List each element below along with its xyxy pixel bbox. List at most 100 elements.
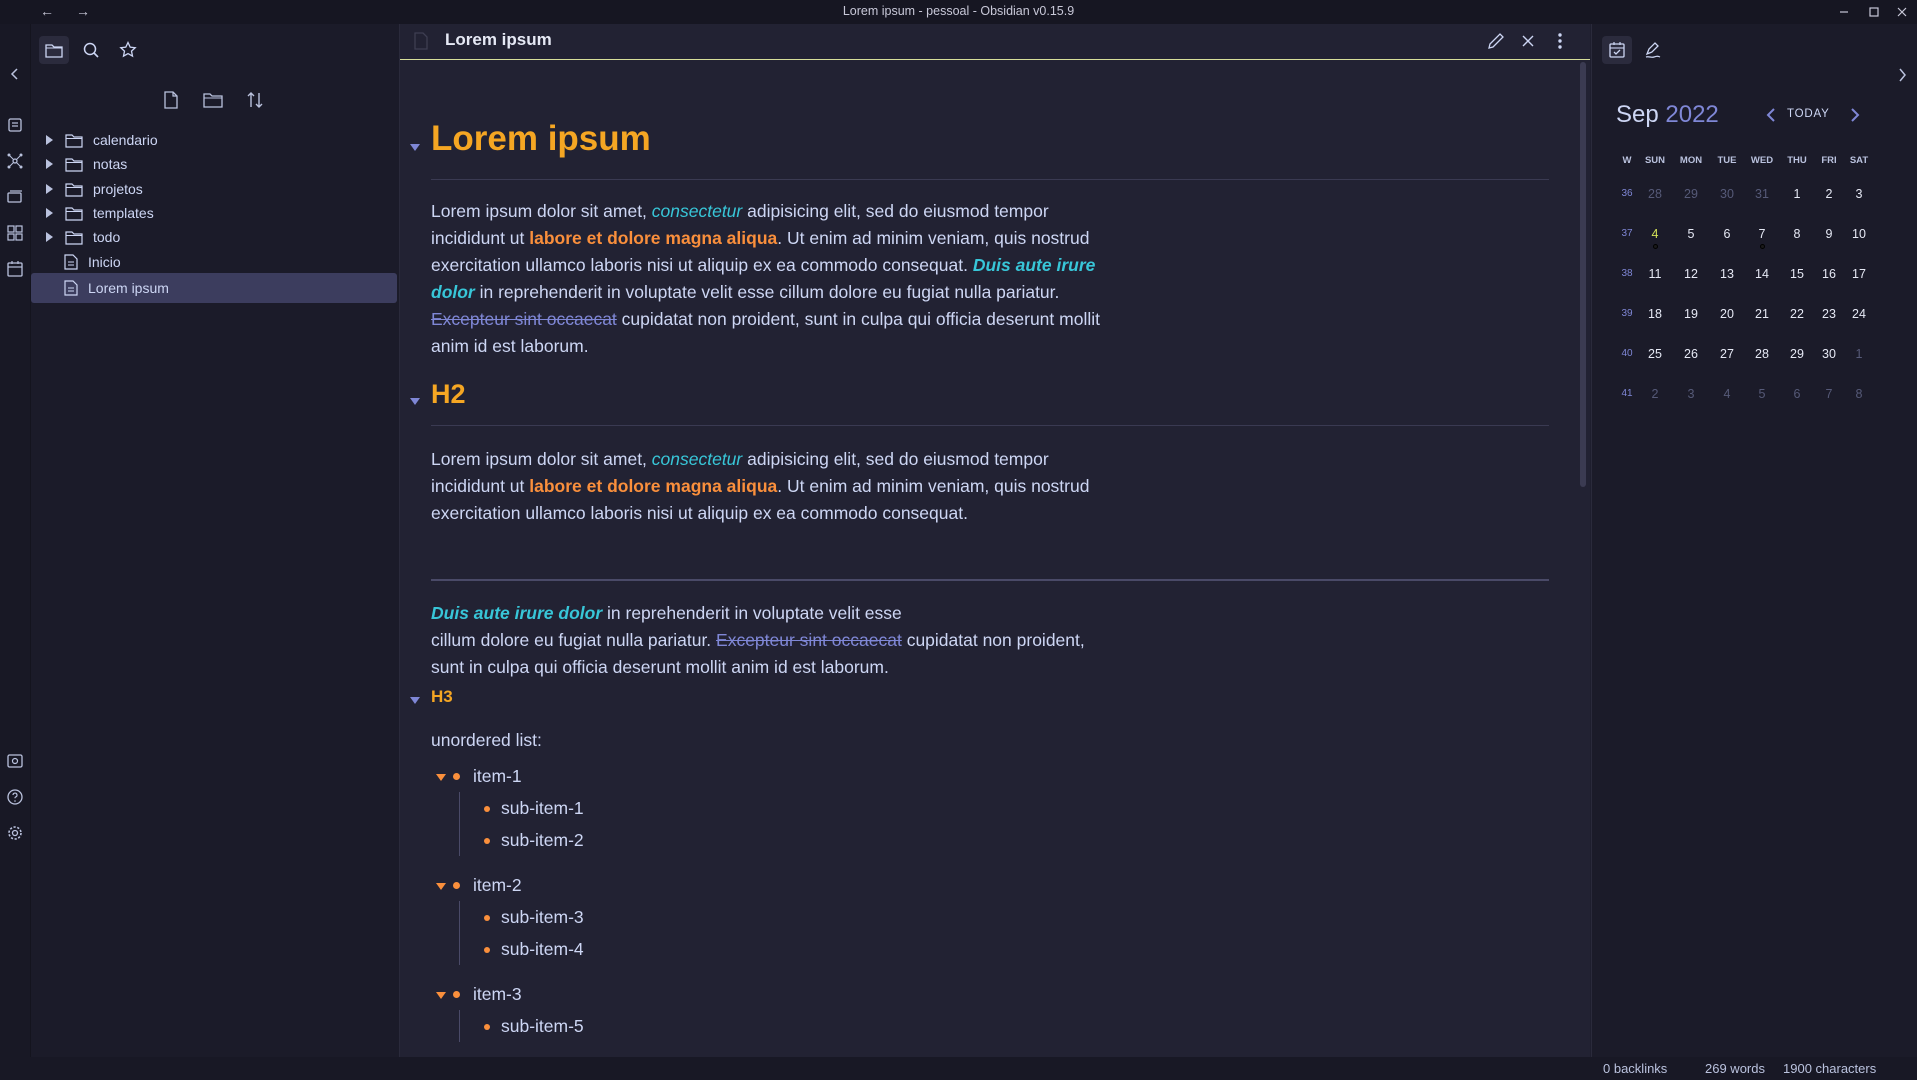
next-month-icon[interactable]	[1848, 106, 1862, 124]
calendar-day[interactable]: 23	[1814, 307, 1844, 321]
collapse-caret-icon[interactable]	[46, 232, 53, 242]
calendar-day[interactable]: 16	[1814, 267, 1844, 281]
calendar-day[interactable]: 6	[1712, 227, 1742, 241]
file-explorer-tab[interactable]	[39, 36, 69, 64]
help-icon[interactable]	[6, 788, 24, 806]
open-vault-icon[interactable]	[6, 752, 24, 770]
calendar-day[interactable]: 3	[1676, 387, 1706, 401]
graph-view-icon[interactable]	[6, 152, 24, 170]
calendar-day[interactable]: 11	[1640, 267, 1670, 281]
calendar-day[interactable]: 25	[1640, 347, 1670, 361]
canvas-icon[interactable]	[6, 188, 24, 206]
plugins-icon[interactable]	[6, 224, 24, 242]
sort-button[interactable]	[243, 88, 267, 112]
list-item: item-2	[436, 875, 522, 896]
bookmarks-tab[interactable]	[113, 36, 143, 64]
paragraph-1: Lorem ipsum dolor sit amet, consectetur …	[431, 198, 1111, 360]
calendar-day[interactable]: 15	[1782, 267, 1812, 281]
calendar-day[interactable]: 17	[1844, 267, 1874, 281]
calendar-day[interactable]: 7	[1814, 387, 1844, 401]
collapse-caret-icon[interactable]	[46, 135, 53, 145]
backlinks-count[interactable]: 0 backlinks	[1603, 1061, 1667, 1076]
week-number[interactable]: 38	[1617, 268, 1637, 279]
calendar-day[interactable]: 7	[1747, 227, 1777, 241]
calendar-tab[interactable]	[1602, 36, 1632, 64]
week-number[interactable]: 39	[1617, 308, 1637, 319]
calendar-day[interactable]: 10	[1844, 227, 1874, 241]
minimize-icon[interactable]	[1836, 4, 1852, 20]
fold-list-icon[interactable]	[436, 883, 446, 890]
collapse-caret-icon[interactable]	[46, 208, 53, 218]
heading-2-underline	[431, 425, 1549, 426]
daily-note-icon[interactable]	[6, 260, 24, 278]
week-number[interactable]: 41	[1617, 388, 1637, 399]
week-number[interactable]: 40	[1617, 348, 1637, 359]
text: in reprehenderit in voluptate velit esse…	[474, 282, 1060, 302]
collapse-caret-icon[interactable]	[46, 184, 53, 194]
calendar-day[interactable]: 27	[1712, 347, 1742, 361]
calendar-day[interactable]: 8	[1844, 387, 1874, 401]
calendar-day[interactable]: 30	[1814, 347, 1844, 361]
view-header-title[interactable]: Lorem ipsum	[445, 30, 552, 50]
more-options-icon[interactable]	[1550, 31, 1570, 51]
calendar-day[interactable]: 5	[1676, 227, 1706, 241]
fold-list-icon[interactable]	[436, 774, 446, 781]
strikethrough-text: Excepteur sint occaecat	[716, 630, 902, 650]
list-item-label: item-1	[473, 766, 522, 786]
new-folder-button[interactable]	[201, 88, 225, 112]
calendar-day[interactable]: 4	[1712, 387, 1742, 401]
calendar-day[interactable]: 6	[1782, 387, 1812, 401]
edit-pencil-icon[interactable]	[1486, 31, 1506, 51]
fold-h3-icon[interactable]	[410, 697, 420, 704]
open-quick-switcher-icon[interactable]	[6, 116, 24, 134]
view-header: Lorem ipsum	[400, 24, 1590, 60]
calendar-day[interactable]: 28	[1640, 187, 1670, 201]
maximize-icon[interactable]	[1866, 4, 1882, 20]
calendar-day[interactable]: 5	[1747, 387, 1777, 401]
fold-list-icon[interactable]	[436, 992, 446, 999]
outline-tab[interactable]	[1638, 36, 1668, 64]
new-note-button[interactable]	[159, 88, 183, 112]
calendar-day[interactable]: 1	[1782, 187, 1812, 201]
week-number[interactable]: 36	[1617, 188, 1637, 199]
collapse-right-sidebar-icon[interactable]	[1896, 66, 1910, 84]
collapse-left-sidebar-icon[interactable]	[6, 65, 24, 83]
list-item-label: sub-item-4	[501, 939, 584, 959]
calendar-day[interactable]: 1	[1844, 347, 1874, 361]
calendar-day[interactable]: 9	[1814, 227, 1844, 241]
calendar-day[interactable]: 22	[1782, 307, 1812, 321]
calendar-day[interactable]: 31	[1747, 187, 1777, 201]
calendar-day[interactable]: 19	[1676, 307, 1706, 321]
settings-gear-icon[interactable]	[6, 824, 24, 842]
calendar-day[interactable]: 4	[1640, 227, 1670, 241]
calendar-day[interactable]: 24	[1844, 307, 1874, 321]
calendar-day[interactable]: 26	[1676, 347, 1706, 361]
fold-h2-icon[interactable]	[410, 398, 420, 405]
calendar-day[interactable]: 12	[1676, 267, 1706, 281]
search-tab[interactable]	[76, 36, 106, 64]
fold-h1-icon[interactable]	[410, 144, 420, 151]
calendar-day[interactable]: 28	[1747, 347, 1777, 361]
calendar-day[interactable]: 2	[1640, 387, 1670, 401]
calendar-day[interactable]: 21	[1747, 307, 1777, 321]
file-item-lorem-ipsum[interactable]: Lorem ipsum	[31, 273, 397, 303]
calendar-day[interactable]: 30	[1712, 187, 1742, 201]
calendar-day[interactable]: 29	[1782, 347, 1812, 361]
note-content[interactable]: Lorem ipsum Lorem ipsum dolor sit amet, …	[400, 60, 1578, 1057]
editor-scrollbar[interactable]	[1580, 62, 1586, 487]
week-number[interactable]: 37	[1617, 228, 1637, 239]
calendar-day[interactable]: 20	[1712, 307, 1742, 321]
prev-month-icon[interactable]	[1764, 106, 1778, 124]
calendar-day[interactable]: 14	[1747, 267, 1777, 281]
calendar-day[interactable]: 3	[1844, 187, 1874, 201]
close-tab-icon[interactable]	[1518, 31, 1538, 51]
today-button[interactable]: TODAY	[1787, 108, 1830, 120]
calendar-day[interactable]: 18	[1640, 307, 1670, 321]
calendar-day[interactable]: 29	[1676, 187, 1706, 201]
calendar-day[interactable]: 13	[1712, 267, 1742, 281]
calendar-day[interactable]: 2	[1814, 187, 1844, 201]
collapse-caret-icon[interactable]	[46, 159, 53, 169]
heading-1: Lorem ipsum	[431, 119, 651, 158]
calendar-day[interactable]: 8	[1782, 227, 1812, 241]
close-window-icon[interactable]	[1894, 4, 1910, 20]
